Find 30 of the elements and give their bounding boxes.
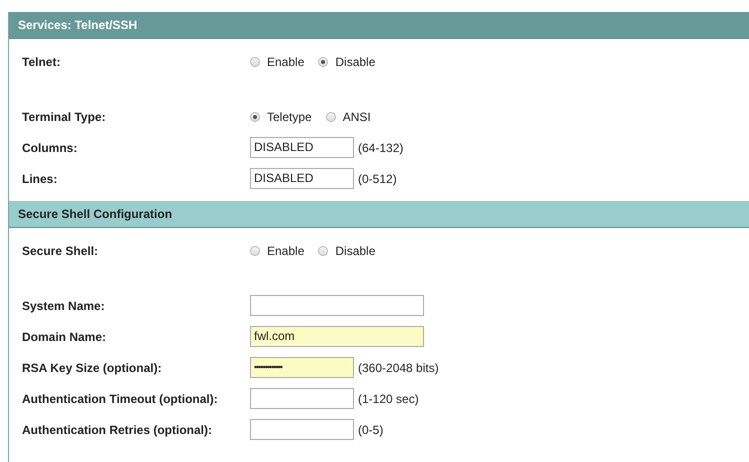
field-label: Authentication Retries (optional): (22, 422, 213, 436)
input-field[interactable]: DISABLED (250, 137, 354, 158)
input-field[interactable] (250, 419, 354, 440)
input-field[interactable]: fwl.com (250, 326, 424, 347)
range-hint: (360-2048 bits) (358, 360, 439, 374)
section-header: Services: Telnet/SSH (9, 12, 749, 39)
range-hint: (0-512) (358, 172, 397, 186)
field-label: Authentication Timeout (optional): (22, 392, 219, 406)
range-hint: (64-132) (358, 140, 404, 154)
range-hint: (0-5) (358, 422, 384, 436)
field-label: Lines: (22, 172, 58, 186)
field-label: Columns: (22, 140, 78, 154)
radio-option[interactable]: Disable (318, 54, 376, 68)
field-label: Domain Name: (22, 330, 108, 344)
field-label: Secure Shell: (22, 244, 100, 258)
field-label: Terminal Type: (22, 110, 107, 124)
range-hint: (1-120 sec) (358, 392, 419, 406)
radio-option[interactable]: ANSI (326, 110, 371, 124)
radio-option[interactable]: Disable (318, 244, 376, 258)
field-label: RSA Key Size (optional): (22, 360, 163, 374)
section-header: Secure Shell Configuration (9, 201, 749, 228)
input-field[interactable]: DISABLED (250, 168, 354, 189)
field-label: Telnet: (22, 54, 62, 68)
field-label: System Name: (22, 298, 106, 312)
radio-option[interactable]: Enable (250, 244, 304, 258)
password-field[interactable]: ••••••••••••• (250, 357, 354, 378)
radio-option[interactable]: Enable (250, 54, 304, 68)
input-field[interactable] (250, 295, 424, 316)
input-field[interactable] (250, 388, 354, 409)
radio-option[interactable]: Teletype (250, 110, 312, 124)
